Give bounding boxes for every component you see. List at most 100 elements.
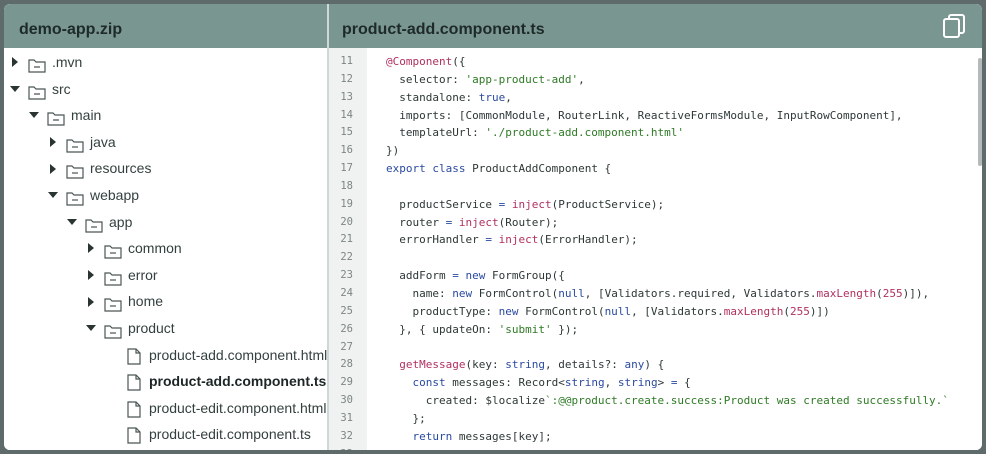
tree-folder[interactable]: error xyxy=(4,262,327,289)
code-token: inject xyxy=(511,197,552,211)
line-number: 26 xyxy=(340,322,353,335)
code-token: (key: xyxy=(465,358,506,372)
code-line: 19 productService = inject(ProductServic… xyxy=(329,196,982,214)
code-token: messages[key]; xyxy=(452,429,552,443)
caret-right-icon[interactable] xyxy=(8,49,22,76)
caret-down-icon[interactable] xyxy=(84,315,98,342)
code-line: 24 name: new FormControl(null, [Validato… xyxy=(329,285,982,303)
folder-icon xyxy=(104,268,122,286)
code-line: 27 xyxy=(329,339,982,357)
tree-file[interactable]: product-add.component.html xyxy=(4,342,327,369)
code-token: , [Validators. xyxy=(631,304,724,318)
line-code: imports: [CommonModule, RouterLink, Reac… xyxy=(386,107,902,125)
code-token: name: xyxy=(386,286,453,300)
tree-file[interactable]: product-edit.component.html xyxy=(4,395,327,422)
code-token: string xyxy=(564,376,605,390)
code-token: (ProductService); xyxy=(551,197,665,211)
code-line: 21 errorHandler = inject(ErrorHandler); xyxy=(329,231,982,249)
line-number: 29 xyxy=(340,376,353,389)
code-token: , xyxy=(578,72,585,86)
tree-item-label: product-edit.component.ts xyxy=(149,426,311,443)
line-code: productService = inject(ProductService); xyxy=(386,196,664,214)
code-token: = xyxy=(485,233,492,247)
code-token: messages: Record< xyxy=(445,376,565,390)
line-code: created: $localize`:@@product.create.suc… xyxy=(386,392,949,410)
code-line: 15 templateUrl: './product-add.component… xyxy=(329,124,982,142)
code-token: const xyxy=(412,376,446,390)
line-number: 32 xyxy=(340,429,353,442)
code-token: > xyxy=(657,376,671,390)
tree-folder[interactable]: common xyxy=(4,235,327,262)
code-token: 255 xyxy=(790,304,810,318)
tree-folder[interactable]: app xyxy=(4,209,327,236)
code-token: selector: xyxy=(386,72,466,86)
file-icon xyxy=(127,426,145,444)
code-token: new xyxy=(465,269,486,283)
code-token: , xyxy=(604,376,618,390)
line-number: 19 xyxy=(340,197,353,210)
code-line: 32 return messages[key]; xyxy=(329,428,982,446)
copy-icon[interactable] xyxy=(942,14,968,40)
caret-down-icon[interactable] xyxy=(8,76,22,103)
folder-icon xyxy=(104,241,122,259)
code-line: 13 standalone: true, xyxy=(329,89,982,107)
code-line: 26 }, { updateOn: 'submit' }); xyxy=(329,321,982,339)
caret-down-icon[interactable] xyxy=(27,102,41,129)
tree-item-label: java xyxy=(90,133,116,150)
code-token: )]), xyxy=(902,286,930,300)
file-tree-pane: demo-app.zip .mvn src main java resources web… xyxy=(4,4,327,450)
tree-folder[interactable]: home xyxy=(4,288,327,315)
line-code: const messages: Record<string, string> =… xyxy=(386,374,691,392)
code-lines: 11 @Component({12 selector: 'app-product-… xyxy=(329,53,982,450)
tree-file[interactable]: product-add.component.ts xyxy=(4,368,327,395)
code-token: inject xyxy=(498,233,539,247)
tree-folder[interactable]: main xyxy=(4,102,327,129)
code-editor[interactable]: 11 @Component({12 selector: 'app-product-… xyxy=(329,48,982,450)
line-code: errorHandler = inject(ErrorHandler); xyxy=(386,231,637,249)
tree-item-label: webapp xyxy=(90,186,140,203)
caret-right-icon[interactable] xyxy=(84,235,98,262)
line-number: 18 xyxy=(340,179,353,192)
code-token: , [Validators.required, Validators. xyxy=(584,286,817,300)
tree-folder[interactable]: product xyxy=(4,315,327,342)
tree-folder[interactable]: src xyxy=(4,76,327,103)
code-token: FormGroup({ xyxy=(485,269,565,283)
file-icon xyxy=(127,347,145,365)
tree-folder[interactable]: java xyxy=(4,129,327,156)
code-token: )]) xyxy=(809,304,830,318)
code-line: 25 productType: new FormControl(null, [V… xyxy=(329,303,982,321)
tree-folder[interactable]: resources xyxy=(4,155,327,182)
code-line: 28 getMessage(key: string, details?: any… xyxy=(329,356,982,374)
line-number: 33 xyxy=(329,446,353,450)
folder-icon xyxy=(104,294,122,312)
scrollbar-thumb[interactable] xyxy=(978,58,982,166)
folder-icon xyxy=(104,321,122,339)
tree-file[interactable]: product-edit.component.ts xyxy=(4,421,327,448)
caret-down-icon[interactable] xyxy=(65,209,79,236)
line-number: 31 xyxy=(340,411,353,424)
folder-icon xyxy=(28,55,46,73)
line-number: 30 xyxy=(340,394,353,407)
line-number: 11 xyxy=(340,55,353,67)
caret-right-icon[interactable] xyxy=(84,288,98,315)
code-token: FormControl( xyxy=(472,286,559,300)
tree-folder[interactable]: .mvn xyxy=(4,49,327,76)
caret-down-icon[interactable] xyxy=(46,182,60,209)
code-token: addForm xyxy=(386,269,453,283)
caret-right-icon[interactable] xyxy=(84,262,98,289)
caret-right-icon[interactable] xyxy=(46,155,60,182)
line-code: addForm = new FormGroup({ xyxy=(386,267,565,285)
folder-icon xyxy=(66,161,84,179)
line-code: export class ProductAddComponent { xyxy=(386,160,611,178)
file-icon xyxy=(127,373,145,391)
vertical-scrollbar[interactable] xyxy=(977,48,982,450)
line-code: }; xyxy=(386,410,425,428)
tree-folder[interactable]: webapp xyxy=(4,182,327,209)
code-token: , xyxy=(505,90,512,104)
code-token: null xyxy=(558,286,585,300)
caret-right-icon[interactable] xyxy=(46,129,60,156)
